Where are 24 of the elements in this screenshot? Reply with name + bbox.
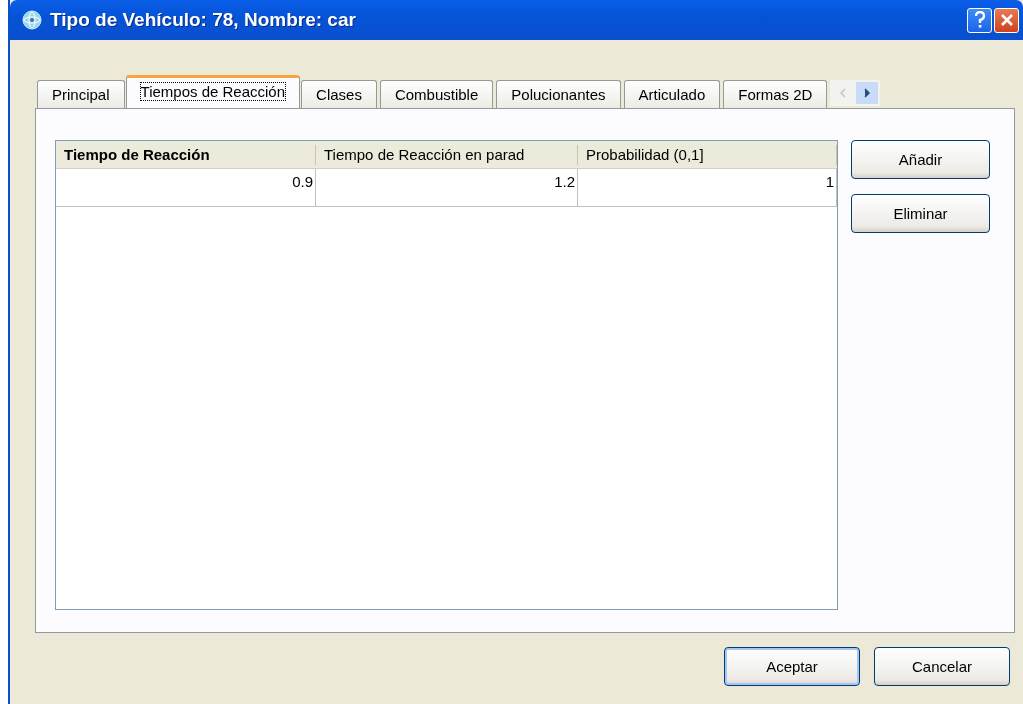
tab[interactable]: Polucionantes [496, 80, 621, 108]
table-cell: 1.2 [316, 169, 578, 206]
window-title: Tipo de Vehículo: 78, Nombre: car [50, 9, 357, 31]
help-button[interactable] [967, 7, 992, 33]
table-cell: 0.9 [56, 169, 316, 206]
close-icon [999, 13, 1014, 27]
tab[interactable]: Articulado [623, 80, 721, 108]
close-button[interactable] [994, 7, 1019, 33]
help-icon [972, 11, 987, 29]
column-header[interactable]: Tiempo de Reacción en parad [316, 144, 578, 165]
column-header[interactable]: Tiempo de Reacción [56, 144, 316, 165]
tab[interactable]: Formas 2D [723, 80, 828, 108]
tab[interactable]: Clases [301, 80, 377, 108]
tab[interactable]: Principal [37, 80, 125, 108]
tab[interactable]: Combustible [379, 80, 494, 108]
tab[interactable]: Tiempos de Reacción [125, 75, 301, 108]
accept-button[interactable]: Aceptar [724, 647, 860, 686]
cancel-button[interactable]: Cancelar [874, 647, 1010, 686]
column-header[interactable]: Probabilidad (0,1] [578, 144, 837, 165]
delete-button[interactable]: Eliminar [851, 194, 990, 233]
add-button[interactable]: Añadir [851, 140, 990, 179]
scroll-right-icon[interactable] [856, 82, 879, 104]
app-icon [22, 10, 42, 30]
table-cell: 1 [578, 169, 837, 206]
